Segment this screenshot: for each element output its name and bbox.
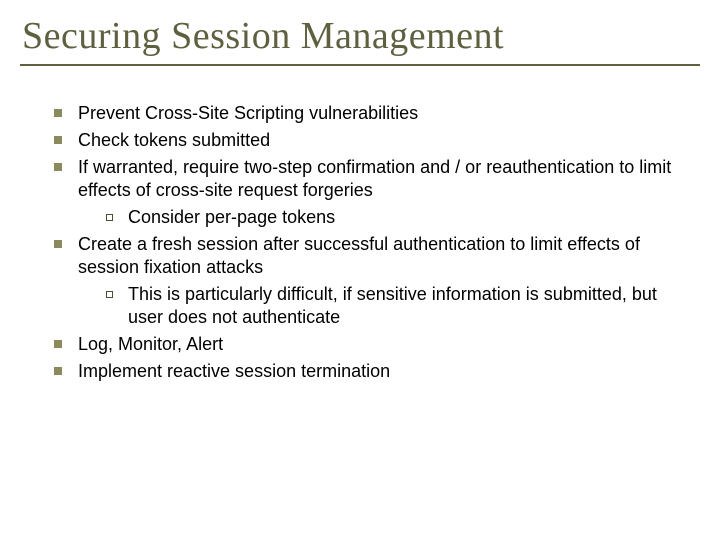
page-title: Securing Session Management bbox=[22, 14, 700, 58]
list-item: Consider per-page tokens bbox=[106, 206, 690, 229]
list-item: If warranted, require two-step confirmat… bbox=[54, 156, 690, 229]
list-item-text: Check tokens submitted bbox=[78, 130, 270, 150]
list-item-text: Consider per-page tokens bbox=[128, 207, 335, 227]
list-item: This is particularly difficult, if sensi… bbox=[106, 283, 690, 329]
title-rule bbox=[20, 64, 700, 66]
list-item: Prevent Cross-Site Scripting vulnerabili… bbox=[54, 102, 690, 125]
slide: Securing Session Management Prevent Cros… bbox=[0, 0, 720, 540]
sub-bullet-list: This is particularly difficult, if sensi… bbox=[78, 283, 690, 329]
list-item-text: This is particularly difficult, if sensi… bbox=[128, 284, 657, 327]
list-item: Create a fresh session after successful … bbox=[54, 233, 690, 329]
list-item: Implement reactive session termination bbox=[54, 360, 690, 383]
list-item: Check tokens submitted bbox=[54, 129, 690, 152]
list-item: Log, Monitor, Alert bbox=[54, 333, 690, 356]
list-item-text: If warranted, require two-step confirmat… bbox=[78, 157, 671, 200]
bullet-list: Prevent Cross-Site Scripting vulnerabili… bbox=[20, 102, 700, 383]
list-item-text: Implement reactive session termination bbox=[78, 361, 390, 381]
list-item-text: Log, Monitor, Alert bbox=[78, 334, 223, 354]
list-item-text: Create a fresh session after successful … bbox=[78, 234, 640, 277]
list-item-text: Prevent Cross-Site Scripting vulnerabili… bbox=[78, 103, 418, 123]
sub-bullet-list: Consider per-page tokens bbox=[78, 206, 690, 229]
